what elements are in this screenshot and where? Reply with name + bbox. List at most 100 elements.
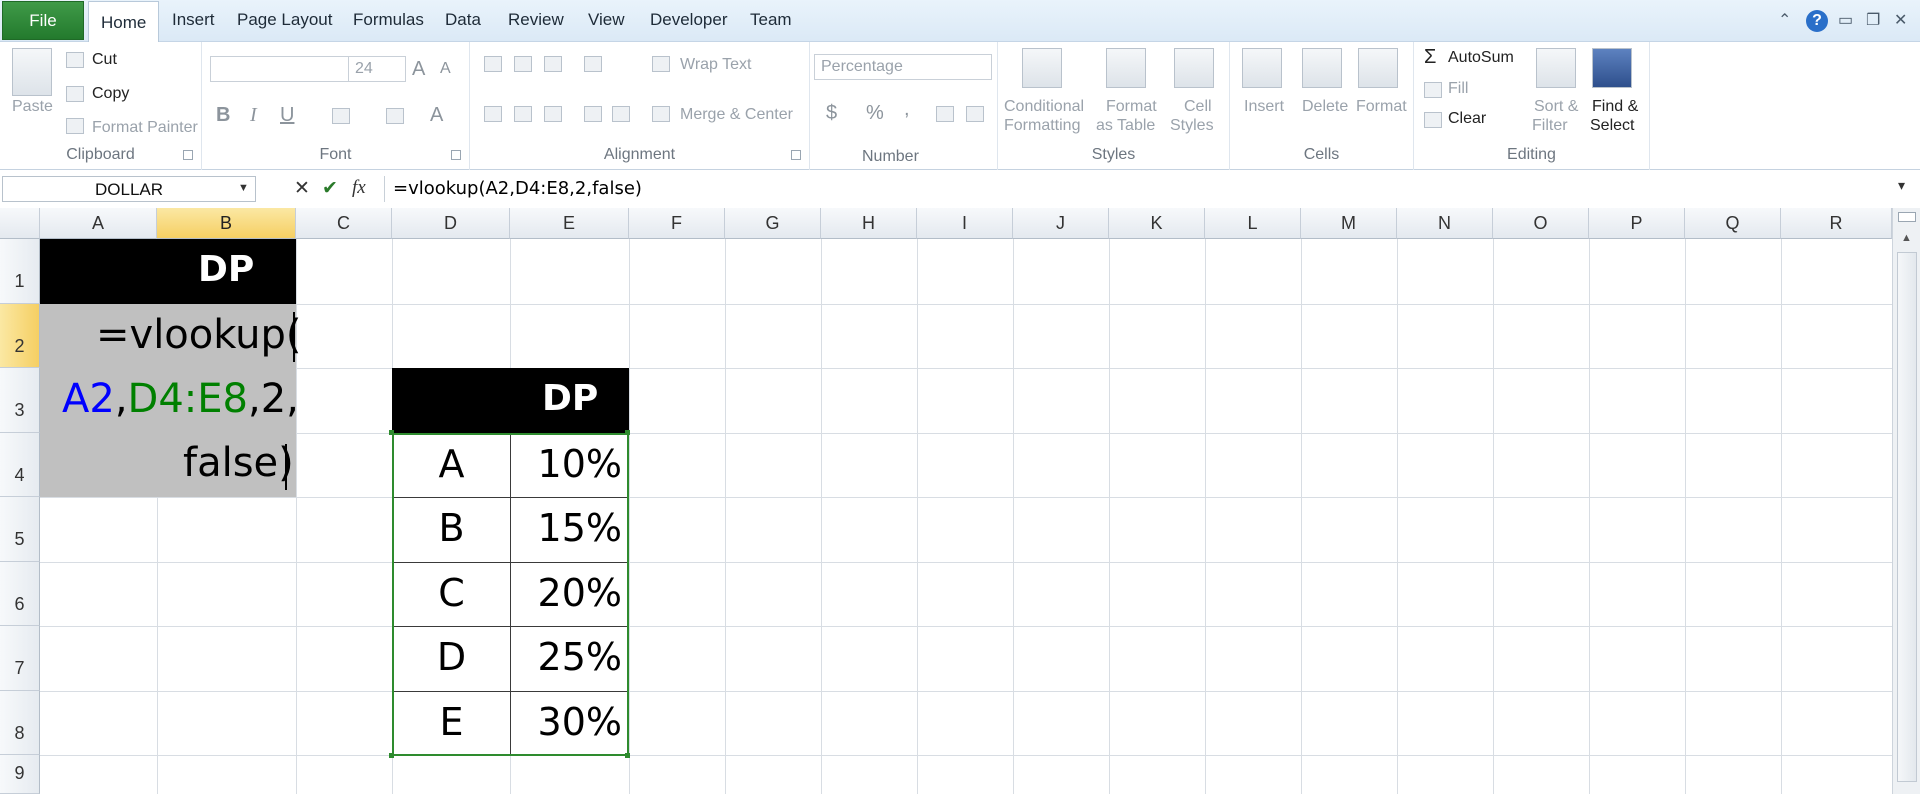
italic-button[interactable]: I — [250, 104, 257, 127]
decrease-indent-icon[interactable] — [584, 106, 602, 122]
clear-button[interactable]: Clear — [1448, 110, 1486, 128]
select-all-corner[interactable] — [0, 208, 40, 239]
font-size-select[interactable]: 24 — [348, 56, 406, 82]
format-as-table-line2[interactable]: as Table — [1096, 117, 1155, 135]
font-name-select[interactable] — [210, 56, 350, 82]
table-row-key[interactable]: C — [392, 562, 511, 627]
fill-color-icon[interactable] — [386, 108, 404, 124]
enter-formula-icon[interactable]: ✔ — [322, 177, 338, 200]
wrap-text-button[interactable]: Wrap Text — [680, 56, 751, 74]
tab-view[interactable]: View — [588, 10, 625, 30]
format-painter-button[interactable]: Format Painter — [92, 119, 198, 137]
comma-button[interactable]: , — [904, 98, 910, 121]
cell-styles-line2[interactable]: Styles — [1170, 117, 1214, 135]
name-box-dropdown-icon[interactable]: ▼ — [238, 182, 249, 194]
bold-button[interactable]: B — [216, 104, 230, 127]
table-row-value[interactable]: 25% — [510, 626, 629, 692]
table-row-value[interactable]: 10% — [510, 433, 629, 498]
find-select-line2[interactable]: Select — [1590, 117, 1634, 135]
row-header-2[interactable]: 2 — [0, 304, 40, 368]
col-header-k[interactable]: K — [1109, 208, 1205, 239]
scroll-up-icon[interactable]: ▲ — [1901, 232, 1912, 244]
align-center-icon[interactable] — [514, 106, 532, 122]
tab-review[interactable]: Review — [508, 10, 564, 30]
tab-page-layout[interactable]: Page Layout — [237, 10, 332, 30]
underline-button[interactable]: U — [280, 104, 294, 127]
table-row-key[interactable]: A — [392, 433, 511, 498]
autosum-button[interactable]: AutoSum — [1448, 49, 1514, 67]
fill-button[interactable]: Fill — [1448, 80, 1468, 98]
minimize-ribbon-icon[interactable]: ⌃ — [1778, 10, 1791, 30]
range-handle[interactable] — [389, 753, 394, 758]
col-header-e[interactable]: E — [510, 208, 629, 239]
col-header-b[interactable]: B — [157, 208, 296, 239]
minimize-window-icon[interactable]: ▭ — [1838, 10, 1853, 30]
scroll-thumb[interactable] — [1897, 252, 1917, 782]
col-header-j[interactable]: J — [1013, 208, 1109, 239]
table-row-value[interactable]: 20% — [510, 562, 629, 627]
currency-button[interactable]: $ — [826, 102, 837, 125]
conditional-formatting-line1[interactable]: Conditional — [1004, 98, 1084, 116]
expand-formula-bar-icon[interactable]: ▾ — [1898, 177, 1905, 194]
cancel-formula-icon[interactable]: ✕ — [294, 177, 310, 200]
cut-button[interactable]: Cut — [92, 51, 117, 69]
col-header-c[interactable]: C — [296, 208, 392, 239]
row-header-5[interactable]: 5 — [0, 497, 40, 562]
merge-center-button[interactable]: Merge & Center — [680, 106, 793, 124]
table-row-value[interactable]: 30% — [510, 691, 629, 756]
shrink-font-icon[interactable]: A — [440, 60, 451, 78]
clipboard-launcher-icon[interactable] — [183, 150, 193, 160]
row-header-9[interactable]: 9 — [0, 755, 40, 794]
range-handle[interactable] — [625, 753, 630, 758]
increase-indent-icon[interactable] — [612, 106, 630, 122]
range-handle[interactable] — [625, 430, 630, 435]
file-tab[interactable]: File — [2, 1, 84, 40]
col-header-q[interactable]: Q — [1685, 208, 1781, 239]
row-header-7[interactable]: 7 — [0, 626, 40, 691]
align-left-icon[interactable] — [484, 106, 502, 122]
row-header-8[interactable]: 8 — [0, 691, 40, 755]
tab-developer[interactable]: Developer — [650, 10, 728, 30]
col-header-n[interactable]: N — [1397, 208, 1493, 239]
table-header-dp[interactable]: DP — [392, 368, 629, 433]
font-launcher-icon[interactable] — [451, 150, 461, 160]
row-header-4[interactable]: 4 — [0, 433, 40, 497]
formula-input[interactable]: =vlookup(A2,D4:E8,2,false) — [384, 176, 1894, 202]
row-header-6[interactable]: 6 — [0, 562, 40, 626]
insert-function-icon[interactable]: fx — [352, 177, 366, 199]
restore-window-icon[interactable]: ❐ — [1866, 10, 1880, 30]
tab-team[interactable]: Team — [750, 10, 792, 30]
cell-b1-header[interactable]: DP — [40, 239, 296, 304]
align-bottom-icon[interactable] — [544, 56, 562, 72]
cell-styles-line1[interactable]: Cell — [1184, 98, 1212, 116]
tab-home[interactable]: Home — [88, 1, 160, 43]
alignment-launcher-icon[interactable] — [791, 150, 801, 160]
tab-insert[interactable]: Insert — [172, 10, 215, 30]
col-header-l[interactable]: L — [1205, 208, 1301, 239]
col-header-o[interactable]: O — [1493, 208, 1589, 239]
delete-cells-button[interactable]: Delete — [1302, 98, 1348, 116]
table-row-key[interactable]: B — [392, 497, 511, 563]
number-format-select[interactable]: Percentage — [814, 54, 992, 80]
paste-icon[interactable] — [12, 48, 52, 96]
percent-button[interactable]: % — [866, 102, 884, 125]
col-header-h[interactable]: H — [821, 208, 917, 239]
increase-decimal-icon[interactable] — [936, 106, 954, 122]
col-header-d[interactable]: D — [392, 208, 510, 239]
tab-data[interactable]: Data — [445, 10, 481, 30]
col-header-m[interactable]: M — [1301, 208, 1397, 239]
decrease-decimal-icon[interactable] — [966, 106, 984, 122]
table-row-key[interactable]: D — [392, 626, 511, 692]
table-row-key[interactable]: E — [392, 691, 511, 756]
align-right-icon[interactable] — [544, 106, 562, 122]
tab-formulas[interactable]: Formulas — [353, 10, 424, 30]
sort-filter-line1[interactable]: Sort & — [1534, 98, 1578, 116]
col-header-f[interactable]: F — [629, 208, 725, 239]
col-header-a[interactable]: A — [40, 208, 157, 239]
sort-filter-line2[interactable]: Filter — [1532, 117, 1568, 135]
borders-icon[interactable] — [332, 108, 350, 124]
align-middle-icon[interactable] — [514, 56, 532, 72]
align-top-icon[interactable] — [484, 56, 502, 72]
close-window-icon[interactable]: ✕ — [1894, 10, 1907, 30]
format-cells-button[interactable]: Format — [1356, 98, 1407, 116]
